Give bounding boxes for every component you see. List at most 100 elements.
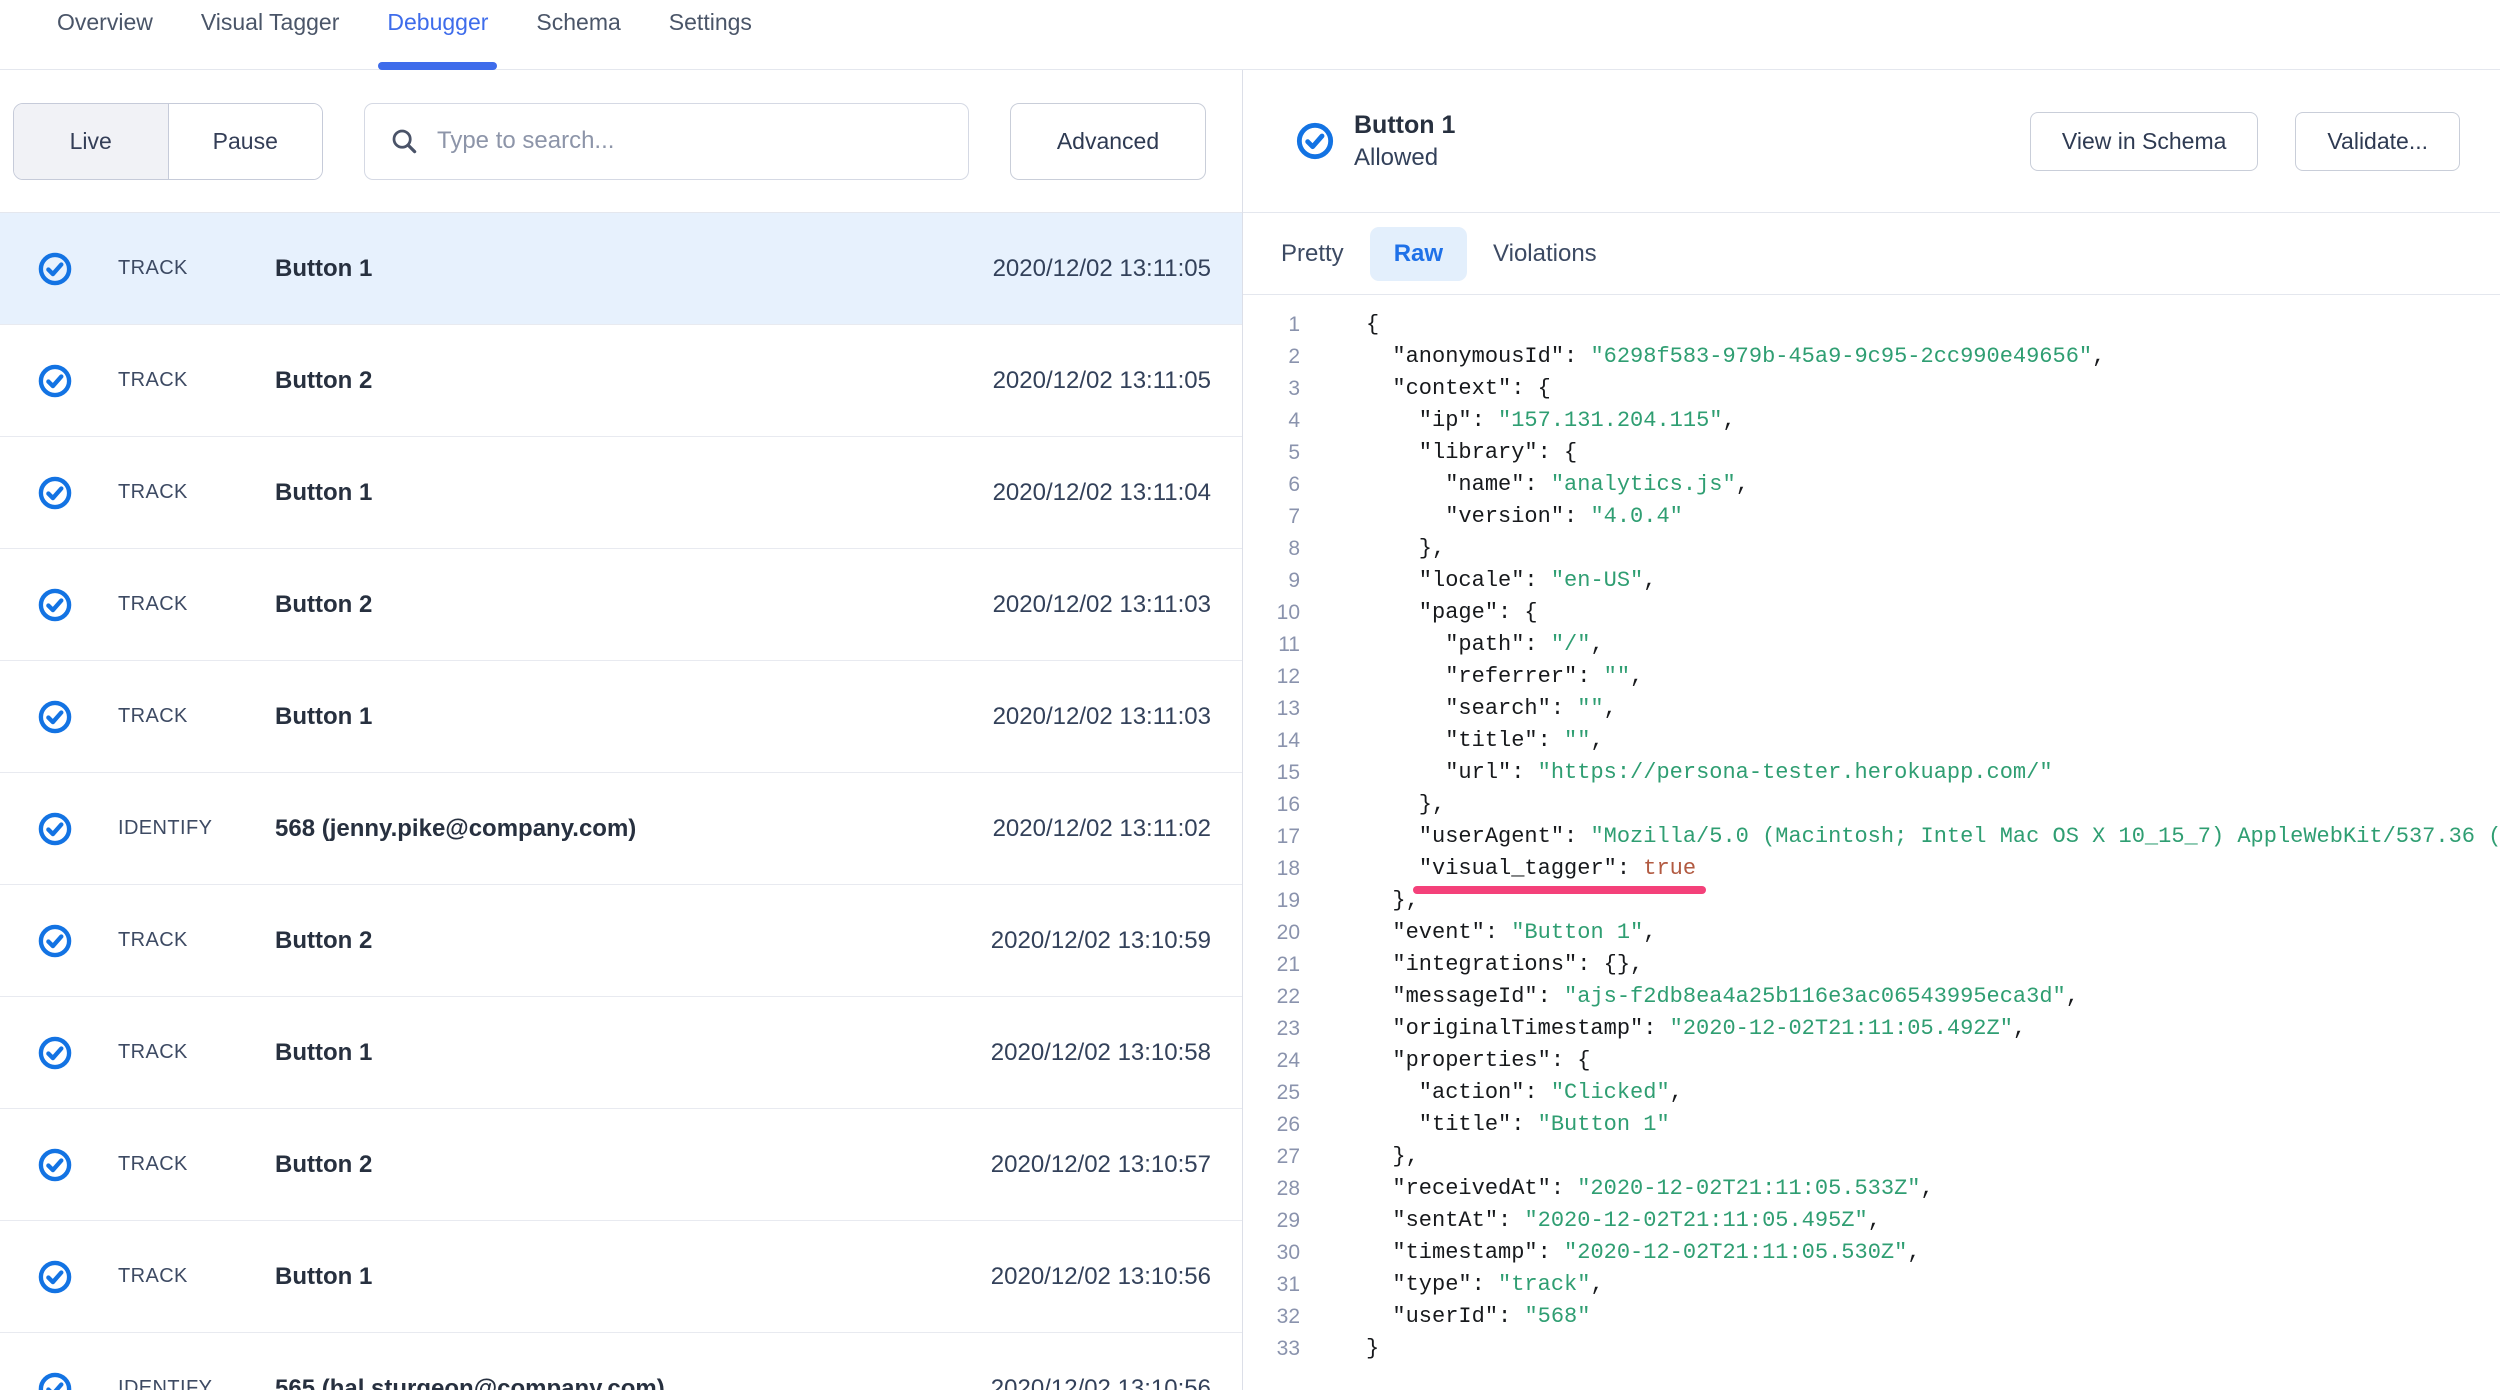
event-row[interactable]: IDENTIFY 565 (hal.sturgeon@company.com) … [0, 1333, 1242, 1390]
line-content: "title": "", [1366, 725, 1604, 757]
line-content: "originalTimestamp": "2020-12-02T21:11:0… [1366, 1013, 2026, 1045]
search-box [364, 103, 969, 180]
nav-item-overview[interactable]: Overview [57, 0, 153, 70]
line-number: 4 [1243, 405, 1300, 437]
view-in-schema-button[interactable]: View in Schema [2030, 112, 2259, 171]
check-circle-icon [37, 923, 73, 959]
nav-item-debugger[interactable]: Debugger [387, 0, 488, 70]
event-row[interactable]: TRACK Button 2 2020/12/02 13:11:05 [0, 325, 1242, 437]
line-number: 19 [1243, 885, 1300, 917]
code-line: 5 "library": { [1243, 437, 2500, 469]
detail-titles: Button 1 Allowed [1354, 109, 1455, 173]
event-timestamp: 2020/12/02 13:10:57 [991, 1151, 1211, 1179]
tab-pretty[interactable]: Pretty [1257, 227, 1368, 281]
line-content: "event": "Button 1", [1366, 917, 1656, 949]
line-number: 8 [1243, 533, 1300, 565]
stream-toolbar: Live Pause Advanced [0, 70, 1242, 213]
event-name: 565 (hal.sturgeon@company.com) [275, 1375, 991, 1390]
line-content: "type": "track", [1366, 1269, 1604, 1301]
nav-item-label: Settings [669, 9, 752, 36]
line-content: "action": "Clicked", [1366, 1077, 1683, 1109]
event-name: Button 2 [275, 591, 993, 619]
line-number: 1 [1243, 309, 1300, 341]
code-line: 31 "type": "track", [1243, 1269, 2500, 1301]
code-line: 26 "title": "Button 1" [1243, 1109, 2500, 1141]
event-row[interactable]: IDENTIFY 568 (jenny.pike@company.com) 20… [0, 773, 1242, 885]
code-line: 10 "page": { [1243, 597, 2500, 629]
check-circle-icon [37, 699, 73, 735]
detail-tabs: PrettyRawViolations [1243, 213, 2500, 295]
line-content: "sentAt": "2020-12-02T21:11:05.495Z", [1366, 1205, 1881, 1237]
line-number: 9 [1243, 565, 1300, 597]
event-row[interactable]: TRACK Button 2 2020/12/02 13:11:03 [0, 549, 1242, 661]
line-content: "library": { [1366, 437, 1577, 469]
code-line: 14 "title": "", [1243, 725, 2500, 757]
code-line: 25 "action": "Clicked", [1243, 1077, 2500, 1109]
line-content: "visual_tagger": true [1366, 853, 1696, 885]
event-timestamp: 2020/12/02 13:11:05 [993, 367, 1211, 395]
line-number: 22 [1243, 981, 1300, 1013]
advanced-button[interactable]: Advanced [1010, 103, 1206, 180]
check-circle-icon [37, 1147, 73, 1183]
check-circle-icon [37, 475, 73, 511]
code-line: 13 "search": "", [1243, 693, 2500, 725]
code-line: 1 { [1243, 309, 2500, 341]
live-button[interactable]: Live [14, 104, 168, 179]
event-type: TRACK [118, 929, 275, 952]
event-row[interactable]: TRACK Button 1 2020/12/02 13:10:58 [0, 997, 1242, 1109]
line-content: "anonymousId": "6298f583-979b-45a9-9c95-… [1366, 341, 2105, 373]
top-nav: Overview Visual Tagger Debugger Schema S… [0, 0, 2500, 70]
nav-item-label: Schema [536, 9, 620, 36]
line-number: 21 [1243, 949, 1300, 981]
validate-button[interactable]: Validate... [2295, 112, 2460, 171]
event-type: IDENTIFY [118, 1377, 275, 1390]
event-timestamp: 2020/12/02 13:10:56 [991, 1375, 1211, 1390]
line-content: "title": "Button 1" [1366, 1109, 1670, 1141]
event-timestamp: 2020/12/02 13:10:59 [991, 927, 1211, 955]
event-type: TRACK [118, 705, 275, 728]
nav-item-label: Debugger [387, 9, 488, 36]
tab-violations[interactable]: Violations [1469, 227, 1621, 281]
code-line: 20 "event": "Button 1", [1243, 917, 2500, 949]
event-type: TRACK [118, 1041, 275, 1064]
event-row[interactable]: TRACK Button 2 2020/12/02 13:10:57 [0, 1109, 1242, 1221]
line-content: "userAgent": "Mozilla/5.0 (Macintosh; In… [1366, 821, 2500, 853]
event-row[interactable]: TRACK Button 2 2020/12/02 13:10:59 [0, 885, 1242, 997]
event-type: TRACK [118, 481, 275, 504]
event-type: TRACK [118, 593, 275, 616]
event-row[interactable]: TRACK Button 1 2020/12/02 13:11:04 [0, 437, 1242, 549]
event-row[interactable]: TRACK Button 1 2020/12/02 13:11:03 [0, 661, 1242, 773]
line-number: 7 [1243, 501, 1300, 533]
search-input[interactable] [437, 127, 944, 155]
code-line: 32 "userId": "568" [1243, 1301, 2500, 1333]
check-circle-icon [1295, 121, 1335, 161]
pause-button[interactable]: Pause [168, 104, 323, 179]
event-name: Button 1 [275, 703, 993, 731]
code-line: 33 } [1243, 1333, 2500, 1365]
nav-item-label: Visual Tagger [201, 9, 340, 36]
line-number: 27 [1243, 1141, 1300, 1173]
line-number: 31 [1243, 1269, 1300, 1301]
check-circle-icon [37, 1035, 73, 1071]
line-number: 13 [1243, 693, 1300, 725]
line-number: 23 [1243, 1013, 1300, 1045]
event-name: Button 1 [275, 1039, 991, 1067]
tab-raw[interactable]: Raw [1370, 227, 1467, 281]
event-row[interactable]: TRACK Button 1 2020/12/02 13:11:05 [0, 213, 1242, 325]
code-line: 2 "anonymousId": "6298f583-979b-45a9-9c9… [1243, 341, 2500, 373]
code-line: 6 "name": "analytics.js", [1243, 469, 2500, 501]
detail-event-title: Button 1 [1354, 109, 1455, 142]
line-number: 15 [1243, 757, 1300, 789]
nav-item-schema[interactable]: Schema [536, 0, 620, 70]
line-content: "receivedAt": "2020-12-02T21:11:05.533Z"… [1366, 1173, 1934, 1205]
code-line: 23 "originalTimestamp": "2020-12-02T21:1… [1243, 1013, 2500, 1045]
line-number: 18 [1243, 853, 1300, 885]
line-number: 29 [1243, 1205, 1300, 1237]
nav-item-visual-tagger[interactable]: Visual Tagger [201, 0, 340, 70]
event-row[interactable]: TRACK Button 1 2020/12/02 13:10:56 [0, 1221, 1242, 1333]
line-number: 14 [1243, 725, 1300, 757]
nav-item-settings[interactable]: Settings [669, 0, 752, 70]
line-number: 10 [1243, 597, 1300, 629]
event-timestamp: 2020/12/02 13:11:03 [993, 703, 1211, 731]
code-line: 18 "visual_tagger": true [1243, 853, 2500, 885]
